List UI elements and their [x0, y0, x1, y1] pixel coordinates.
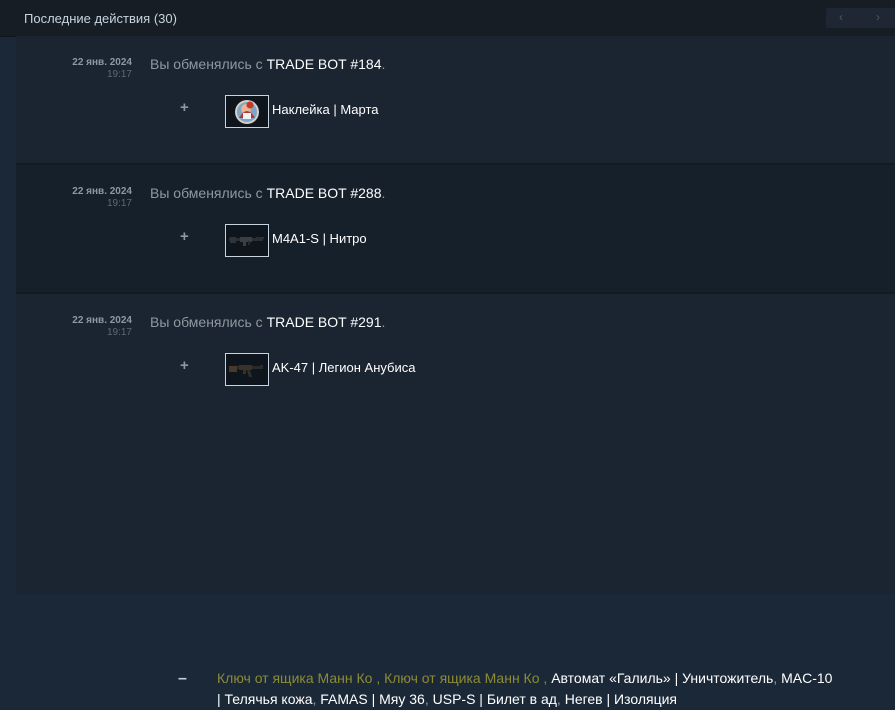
given-item[interactable]: FAMAS | Мяу 36 [320, 691, 425, 707]
m4a1s-rifle-icon[interactable] [225, 224, 269, 257]
trade-date: 22 янв. 2024 [72, 186, 132, 197]
activity-header: Последние действия (30) ‹ › [0, 0, 895, 37]
received-item-name[interactable]: M4A1-S | Нитро [272, 231, 367, 246]
trade-description: Вы обменялись с TRADE BOT #288. [150, 185, 385, 201]
trade-row: 22 янв. 2024 19:17 Вы обменялись с TRADE… [16, 165, 895, 294]
trade-partner-link[interactable]: TRADE BOT #291 [267, 314, 382, 330]
given-item-separator: , [376, 670, 381, 686]
given-item-separator: , [773, 670, 778, 686]
received-marker: + [180, 99, 189, 116]
received-item-name[interactable]: Наклейка | Марта [272, 102, 379, 117]
pager-next-button[interactable]: › [876, 10, 880, 24]
trade-row: 22 янв. 2024 19:17 Вы обменялись с TRADE… [16, 294, 895, 707]
given-item-separator: , [312, 691, 317, 707]
trade-partner-link[interactable]: TRADE BOT #184 [267, 56, 382, 72]
received-marker: + [180, 228, 189, 245]
given-item[interactable]: Негев | Изоляция [565, 691, 677, 707]
given-item[interactable]: Автомат «Галиль» | Уничтожитель [551, 670, 773, 686]
received-item-name[interactable]: AK-47 | Легион Анубиса [272, 360, 415, 375]
given-item-separator: , [543, 670, 548, 686]
trade-time: 19:17 [106, 327, 132, 338]
trade-desc-prefix: Вы обменялись с [150, 56, 267, 72]
given-item-separator: , [556, 691, 561, 707]
trade-desc-suffix: . [381, 185, 386, 201]
trade-partner-link[interactable]: TRADE BOT #288 [267, 185, 382, 201]
given-item-separator: , [424, 691, 429, 707]
trade-desc-prefix: Вы обменялись с [150, 314, 267, 330]
trade-desc-suffix: . [381, 314, 386, 330]
received-marker: + [180, 357, 189, 374]
pager-prev-button[interactable]: ‹ [839, 10, 843, 24]
activity-title: Последние действия (30) [24, 11, 177, 26]
given-item[interactable]: Ключ от ящика Манн Ко [384, 670, 539, 686]
trade-desc-suffix: . [381, 56, 386, 72]
trade-time: 19:17 [106, 198, 132, 209]
given-marker: – [178, 670, 187, 687]
given-item[interactable]: USP-S | Билет в ад [433, 691, 557, 707]
ak47-rifle-icon[interactable] [225, 353, 269, 386]
trade-description: Вы обменялись с TRADE BOT #291. [150, 314, 385, 330]
given-items-list: Ключ от ящика Манн Ко , Ключ от ящика Ма… [217, 668, 837, 710]
trade-date: 22 янв. 2024 [72, 315, 132, 326]
pagination: ‹ › [826, 8, 895, 28]
trade-time: 19:17 [106, 69, 132, 80]
trade-row: 22 янв. 2024 19:17 Вы обменялись с TRADE… [16, 36, 895, 165]
trade-desc-prefix: Вы обменялись с [150, 185, 267, 201]
sticker-marta-icon[interactable] [225, 95, 269, 128]
trade-history-list: 22 янв. 2024 19:17 Вы обменялись с TRADE… [16, 36, 895, 707]
trade-description: Вы обменялись с TRADE BOT #184. [150, 56, 385, 72]
trade-date: 22 янв. 2024 [72, 57, 132, 68]
given-item[interactable]: Ключ от ящика Манн Ко [217, 670, 372, 686]
